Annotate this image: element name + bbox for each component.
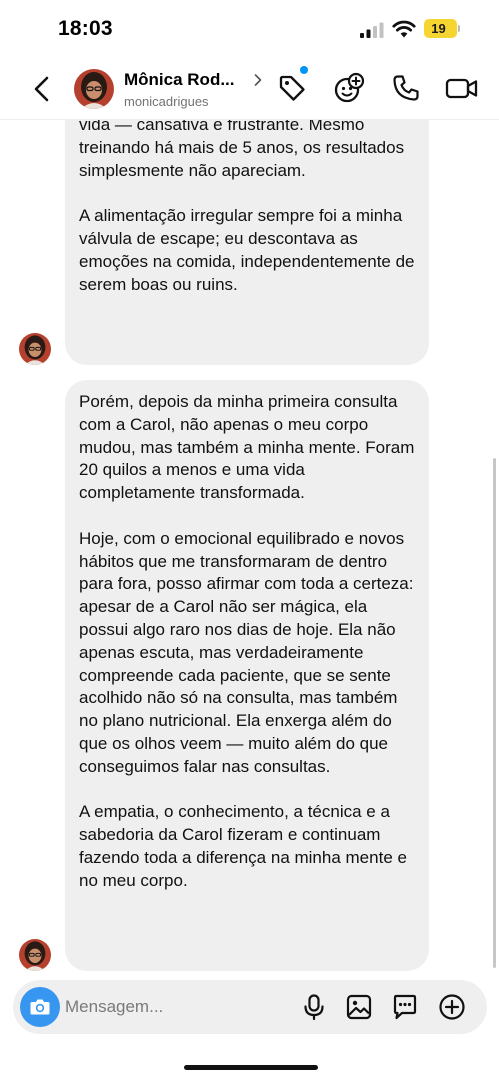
effects-icon[interactable] [333,72,365,104]
avatar-image [19,333,51,365]
message-paragraph: vida — cansativa e frustrante. Mesmo tre… [79,115,405,180]
status-bar: 18:03 19 [0,0,499,58]
contact-handle: monicadrigues [124,94,209,109]
battery-indicator: 19 [424,19,457,38]
gallery-icon[interactable] [345,993,373,1021]
contact-name[interactable]: Mônica Rod... [124,70,235,90]
message-bubble[interactable]: vida — cansativa e frustrante. Mesmo tre… [65,80,429,365]
microphone-icon[interactable] [300,993,328,1021]
avatar-image [19,939,51,971]
scrollbar[interactable] [493,458,496,968]
notification-dot [300,66,308,74]
battery-tip [458,25,460,32]
avatar[interactable] [19,939,51,971]
message-paragraph: Hoje, com o emocional equilibrado e novo… [79,528,414,776]
plus-icon[interactable] [438,993,466,1021]
phone-icon[interactable] [390,72,422,104]
avatar-image [74,69,114,109]
cellular-signal-icon [360,22,384,38]
message-composer [13,980,487,1034]
back-arrow-icon[interactable] [28,72,56,106]
chat-header: Mônica Rod... monicadrigues [0,58,499,120]
sticker-icon[interactable] [391,993,419,1021]
message-paragraph: Porém, depois da minha primeira consulta… [79,392,415,503]
wifi-icon [392,20,416,38]
status-time: 18:03 [58,17,113,40]
avatar[interactable] [19,333,51,365]
tag-icon[interactable] [276,72,308,104]
camera-button[interactable] [20,987,60,1027]
camera-icon [30,999,50,1015]
message-paragraph: A alimentação irregular sempre foi a min… [79,206,415,294]
chevron-right-icon[interactable] [253,72,263,88]
battery-level: 19 [431,21,446,36]
home-indicator[interactable] [184,1065,318,1070]
message-paragraph: A empatia, o conhecimento, a técnica e a… [79,802,407,890]
message-bubble[interactable]: Porém, depois da minha primeira consulta… [65,380,429,971]
video-camera-icon[interactable] [444,72,480,104]
contact-avatar[interactable] [74,69,114,109]
message-input[interactable] [65,991,285,1023]
